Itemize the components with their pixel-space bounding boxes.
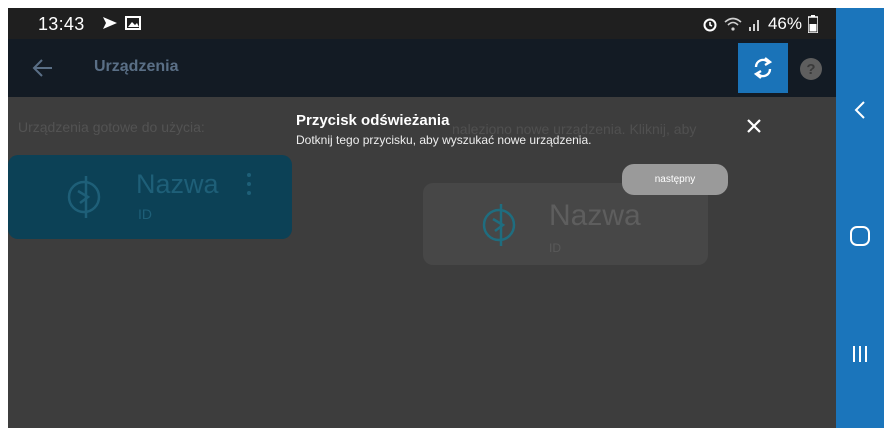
- battery-percent: 46%: [767, 14, 802, 33]
- signal-icon: [748, 20, 759, 31]
- device-icon: [67, 176, 101, 218]
- tooltip-title: Przycisk odświeżania: [296, 112, 450, 129]
- notification-icon: [103, 17, 117, 29]
- more-vertical-icon[interactable]: [246, 173, 252, 195]
- device-icon: [482, 204, 516, 246]
- device-id: ID: [138, 206, 152, 222]
- recent-apps-icon[interactable]: [836, 338, 884, 370]
- section-label: Urządzenia gotowe do użycia:: [18, 119, 205, 135]
- help-button[interactable]: ?: [800, 58, 822, 80]
- alarm-icon: [703, 18, 717, 32]
- help-icon: ?: [806, 60, 816, 78]
- refresh-icon: [753, 57, 773, 79]
- chevron-left-icon[interactable]: [836, 94, 884, 126]
- back-arrow-icon[interactable]: [30, 55, 56, 81]
- new-device-name: Nazwa: [549, 199, 641, 232]
- tooltip-body: Dotknij tego przycisku, aby wyszukać now…: [296, 133, 592, 147]
- page: 13:43 46% Urządzenia ? Urządzenia gotowe…: [0, 0, 884, 434]
- phone-screen: 13:43 46% Urządzenia ? Urządzenia gotowe…: [8, 8, 836, 428]
- image-icon: [125, 16, 141, 30]
- device-card[interactable]: Nazwa ID: [8, 155, 292, 239]
- new-device-id: ID: [549, 241, 561, 255]
- status-time: 13:43: [38, 14, 85, 34]
- page-title: Urządzenia: [94, 58, 179, 75]
- status-notification-icons: [101, 15, 141, 31]
- wifi-icon: [724, 17, 742, 31]
- home-icon[interactable]: [836, 220, 884, 252]
- close-icon[interactable]: [745, 117, 763, 135]
- status-bar: 13:43 46%: [8, 8, 836, 39]
- refresh-button[interactable]: [738, 43, 788, 93]
- status-system-icons: 46%: [702, 14, 818, 34]
- new-device-card[interactable]: Nazwa ID: [423, 183, 708, 265]
- app-bar: Urządzenia ?: [8, 39, 836, 97]
- next-button[interactable]: następny: [622, 164, 728, 195]
- battery-icon: [808, 15, 818, 33]
- system-nav-bar: [836, 8, 884, 428]
- device-name: Nazwa: [136, 169, 219, 199]
